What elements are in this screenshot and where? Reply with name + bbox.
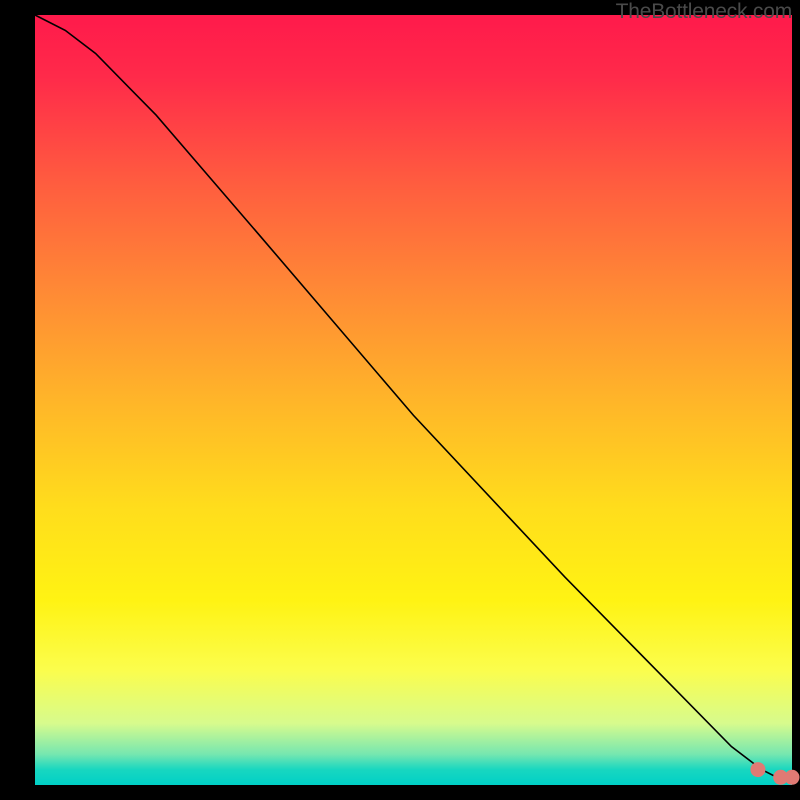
marker-point (785, 770, 800, 785)
marker-segment (663, 673, 678, 688)
marker-segment (591, 600, 614, 623)
marker-point (750, 762, 765, 777)
marker-group (523, 523, 799, 785)
marker-segment (682, 693, 701, 712)
chart-overlay (35, 15, 792, 785)
marker-segment (523, 523, 584, 592)
marker-segment (709, 720, 735, 743)
curve-line (35, 15, 792, 777)
marker-segment (625, 635, 655, 666)
